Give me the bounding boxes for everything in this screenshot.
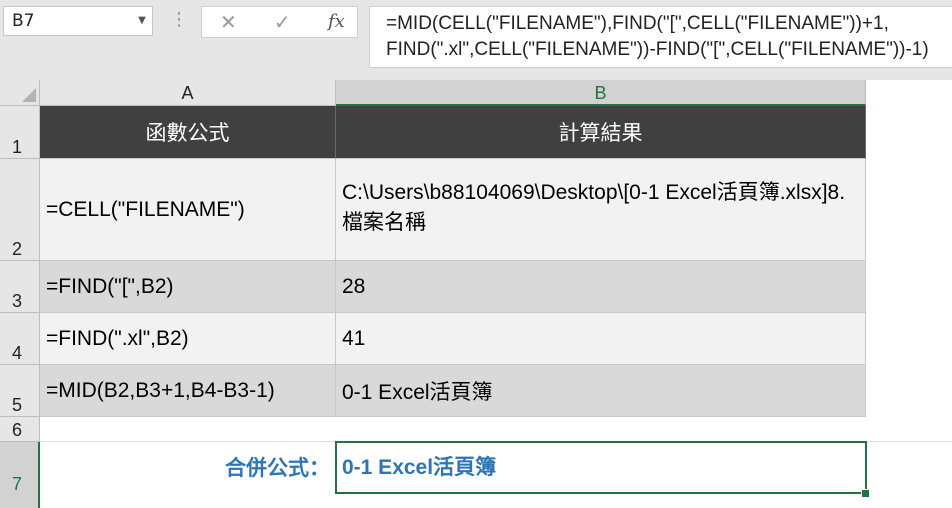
- select-all-corner[interactable]: [0, 80, 40, 106]
- row-header-1[interactable]: 1: [0, 106, 40, 159]
- cell-a4[interactable]: =FIND(".xl",B2): [40, 313, 336, 365]
- cell-a5[interactable]: =MID(B2,B3+1,B4-B3-1): [40, 365, 336, 417]
- fill-handle[interactable]: [861, 489, 870, 498]
- cell-a1[interactable]: 函數公式: [40, 106, 336, 159]
- cell-b7-selected[interactable]: 0-1 Excel活頁簿: [335, 441, 867, 494]
- row-header-6[interactable]: 6: [0, 417, 40, 442]
- cell-b5[interactable]: 0-1 Excel活頁簿: [336, 365, 866, 417]
- formula-buttons: ✕ ✓ fx: [201, 6, 358, 38]
- cell-b3[interactable]: 28: [336, 261, 866, 313]
- drag-handle-icon[interactable]: ⋮: [170, 10, 188, 30]
- row-header-4[interactable]: 4: [0, 313, 40, 365]
- formula-line-2: FIND(".xl",CELL("FILENAME"))-FIND("[",CE…: [386, 39, 929, 60]
- name-box[interactable]: B7: [3, 6, 153, 36]
- row-header-3[interactable]: 3: [0, 261, 40, 313]
- cancel-icon[interactable]: ✕: [220, 10, 237, 34]
- select-all-icon: [22, 88, 36, 102]
- formula-bar-area: B7 ▼ ⋮ ✕ ✓ fx =MID(CELL("FILENAME"),FIND…: [0, 0, 952, 80]
- row-6-blank[interactable]: [40, 417, 952, 442]
- cell-a3[interactable]: =FIND("[",B2): [40, 261, 336, 313]
- column-header-a[interactable]: A: [40, 80, 336, 106]
- check-icon[interactable]: ✓: [274, 10, 291, 34]
- cell-a2[interactable]: =CELL("FILENAME"): [40, 159, 336, 261]
- row-header-7[interactable]: 7: [0, 442, 40, 508]
- cell-b1[interactable]: 計算結果: [336, 106, 866, 159]
- formula-input[interactable]: =MID(CELL("FILENAME"),FIND("[",CELL("FIL…: [369, 6, 952, 68]
- column-header-b[interactable]: B: [336, 80, 866, 106]
- chevron-down-icon[interactable]: ▼: [135, 6, 149, 36]
- insert-function-icon[interactable]: fx: [328, 10, 345, 34]
- cell-b4[interactable]: 41: [336, 313, 866, 365]
- formula-line-1: =MID(CELL("FILENAME"),FIND("[",CELL("FIL…: [386, 13, 889, 34]
- merged-formula-label: 合併公式：: [225, 456, 330, 480]
- row-header-2[interactable]: 2: [0, 159, 40, 261]
- cell-b2[interactable]: C:\Users\b88104069\Desktop\[0-1 Excel活頁簿…: [336, 159, 866, 261]
- row-header-5[interactable]: 5: [0, 365, 40, 417]
